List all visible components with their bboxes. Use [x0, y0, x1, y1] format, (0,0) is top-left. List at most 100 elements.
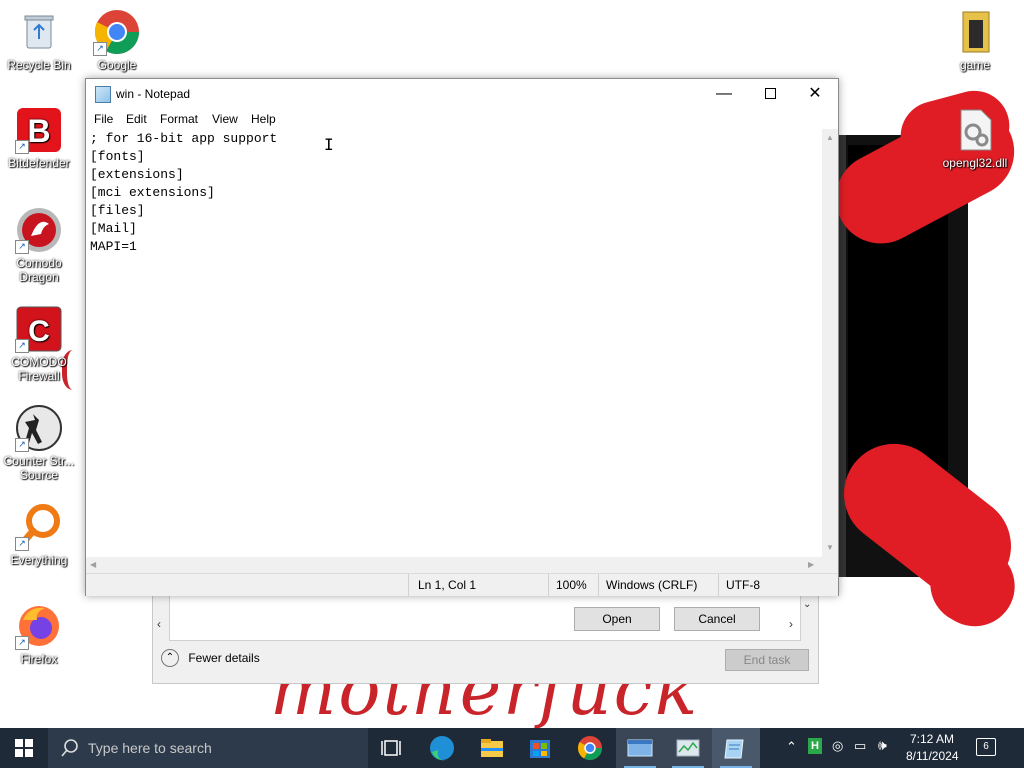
notepad-titlebar[interactable]: win - Notepad — ✕	[86, 79, 838, 109]
end-task-button[interactable]: End task	[725, 649, 809, 671]
shortcut-arrow-icon: ↗	[15, 636, 29, 650]
text-line: [files]	[90, 203, 145, 218]
volume-icon[interactable]: 🕪	[878, 737, 887, 754]
desktop-icon-comodo-firewall[interactable]: C ↗ COMODO Firewall	[0, 305, 78, 383]
task-manager-window: ‹ › ⌄ Open Cancel ⌃ Fewer details End ta…	[152, 590, 819, 684]
network-icon[interactable]: ▭	[854, 738, 866, 754]
fewer-details-label: Fewer details	[188, 651, 260, 665]
shortcut-arrow-icon: ↗	[15, 537, 29, 551]
menu-view[interactable]: View	[212, 112, 238, 126]
svg-text:B: B	[27, 113, 50, 149]
bitdefender-icon: B ↗	[15, 106, 63, 154]
zoom-level: 100%	[556, 578, 587, 592]
text-line: MAPI=1	[90, 239, 137, 254]
taskbar-edge[interactable]	[418, 728, 466, 768]
notepad-icon	[724, 739, 744, 759]
desktop-icon-recycle-bin[interactable]: Recycle Bin	[0, 8, 78, 72]
tray-app-icon[interactable]: H	[808, 738, 822, 754]
status-separator	[598, 574, 599, 596]
scroll-down-icon[interactable]: ▼	[826, 543, 834, 552]
svg-text:C: C	[28, 315, 50, 348]
tm-scroll-left[interactable]: ‹	[157, 617, 161, 631]
window-app-icon	[627, 739, 653, 757]
scroll-up-icon[interactable]: ▲	[826, 133, 834, 142]
game-file-icon	[951, 8, 999, 56]
menu-edit[interactable]: Edit	[126, 112, 147, 126]
desktop-icon-opengl32-dll[interactable]: opengl32.dll	[936, 106, 1014, 170]
search-icon	[61, 739, 78, 757]
menu-file[interactable]: File	[94, 112, 113, 126]
menu-format[interactable]: Format	[160, 112, 198, 126]
icon-label: Bitdefender	[8, 156, 70, 170]
open-button[interactable]: Open	[574, 607, 660, 631]
icon-label: COMODO Firewall	[11, 355, 67, 383]
icon-label: Comodo Dragon	[16, 256, 62, 284]
recycle-bin-icon	[15, 8, 63, 56]
clock-time[interactable]: 7:12 AM	[910, 732, 954, 746]
tm-scroll-down[interactable]: ⌄	[803, 599, 811, 610]
cursor-position: Ln 1, Col 1	[418, 578, 477, 592]
desktop-icon-bitdefender[interactable]: B ↗ Bitdefender	[0, 106, 78, 170]
clock-date[interactable]: 8/11/2024	[906, 749, 959, 763]
desktop-icon-counter-strike[interactable]: ↗ Counter Str... Source	[0, 404, 78, 482]
taskbar-search-box[interactable]: Type here to search	[48, 728, 368, 768]
task-view-icon	[381, 740, 401, 756]
windows-logo-icon	[15, 739, 33, 757]
taskbar-window-app[interactable]	[616, 728, 664, 768]
close-button[interactable]: ✕	[792, 79, 838, 109]
scroll-left-icon[interactable]: ◀	[90, 560, 96, 569]
notepad-window: win - Notepad — ✕ File Edit Format View …	[85, 78, 839, 596]
icon-label: Counter Str... Source	[3, 454, 75, 482]
status-separator	[548, 574, 549, 596]
text-line: [mci extensions]	[90, 185, 215, 200]
taskbar-store[interactable]	[516, 728, 564, 768]
start-button[interactable]	[0, 728, 48, 768]
shortcut-arrow-icon: ↗	[15, 140, 29, 154]
desktop-icon-game[interactable]: game	[936, 8, 1014, 72]
shortcut-arrow-icon: ↗	[93, 42, 107, 56]
system-tray: ⌃ H ◎ ▭ 🕪 7:12 AM 8/11/2024 6	[780, 728, 1024, 768]
taskbar-chrome[interactable]	[566, 728, 614, 768]
webcam-icon[interactable]: ◎	[832, 738, 843, 754]
show-hidden-icons-icon[interactable]: ⌃	[786, 739, 797, 755]
desktop-icon-google-chrome[interactable]: ↗ Google	[78, 8, 156, 72]
text-line: [Mail]	[90, 221, 137, 236]
icon-label: Firefox	[20, 652, 58, 666]
icon-label: Everything	[10, 553, 68, 567]
menu-help[interactable]: Help	[251, 112, 276, 126]
taskbar-task-manager[interactable]	[664, 728, 712, 768]
text-line: [fonts]	[90, 149, 145, 164]
shortcut-arrow-icon: ↗	[15, 339, 29, 353]
minimize-icon: —	[716, 85, 732, 102]
edge-icon	[430, 736, 454, 761]
tm-scroll-right[interactable]: ›	[789, 617, 793, 631]
icon-label: game	[959, 58, 991, 72]
fewer-details-button[interactable]: ⌃ Fewer details	[161, 649, 260, 669]
firefox-icon: ↗	[15, 602, 63, 650]
chrome-icon	[577, 736, 602, 761]
desktop-icon-comodo-dragon[interactable]: ↗ Comodo Dragon	[0, 206, 78, 284]
vertical-scrollbar[interactable]: ▲ ▼	[822, 129, 838, 557]
status-separator	[718, 574, 719, 596]
cancel-button[interactable]: Cancel	[674, 607, 760, 631]
taskbar-notepad[interactable]	[712, 728, 760, 768]
desktop-icon-everything[interactable]: ↗ Everything	[0, 503, 78, 567]
task-view-button[interactable]	[368, 728, 416, 768]
text-editor[interactable]: ; for 16-bit app support [fonts] [extens…	[86, 129, 822, 557]
horizontal-scrollbar[interactable]: ◀ ▶	[86, 557, 822, 573]
line-ending: Windows (CRLF)	[606, 578, 698, 592]
chevron-up-icon: ⌃	[161, 649, 179, 667]
notification-center-button[interactable]: 6	[976, 738, 996, 756]
shortcut-arrow-icon: ↗	[15, 438, 29, 452]
notification-count: 6	[983, 741, 989, 752]
icon-label: Recycle Bin	[7, 58, 71, 72]
window-title: win - Notepad	[116, 87, 191, 101]
comodo-firewall-icon: C ↗	[15, 305, 63, 353]
maximize-button[interactable]	[747, 79, 793, 109]
minimize-button[interactable]: —	[701, 79, 747, 109]
scroll-right-icon[interactable]: ▶	[808, 560, 814, 569]
taskbar-file-explorer[interactable]	[468, 728, 516, 768]
close-icon: ✕	[808, 85, 822, 102]
notepad-icon	[95, 86, 111, 103]
desktop-icon-firefox[interactable]: ↗ Firefox	[0, 602, 78, 666]
